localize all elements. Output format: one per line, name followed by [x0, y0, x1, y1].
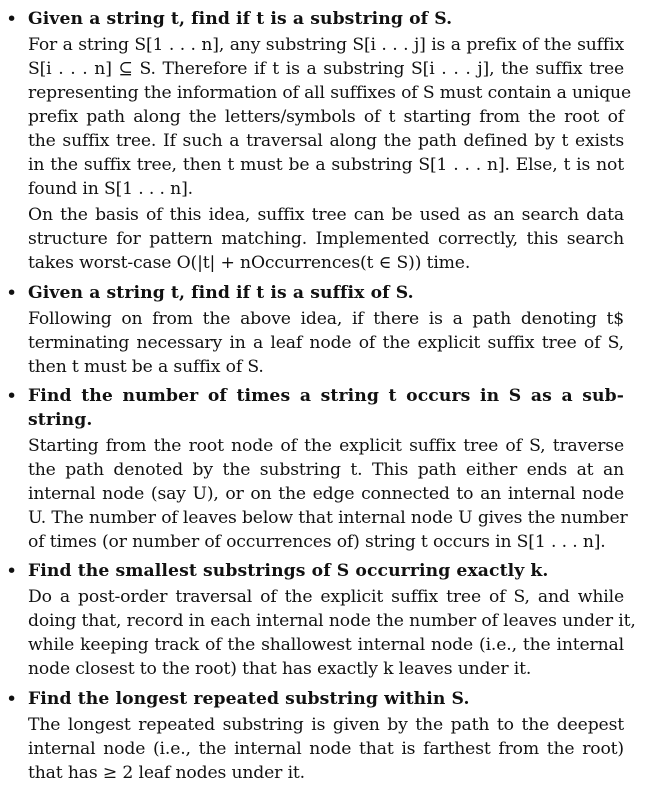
body-line: S[i . . . n] ⊆ S. Therefore if t is a su…	[28, 59, 624, 79]
body-line: structure for pattern matching. Implemen…	[28, 229, 624, 249]
body-line: U. The number of leaves below that inter…	[28, 508, 628, 528]
body-line: internal node (say U), or on the edge co…	[28, 484, 624, 504]
body-line: doing that, record in each internal node…	[28, 611, 636, 631]
body-line: Following on from the above idea, if the…	[28, 309, 624, 329]
body-line: The longest repeated substring is given …	[28, 715, 624, 735]
body-line: On the basis of this idea, suffix tree c…	[28, 205, 624, 225]
item-heading: Find the number of times a string t occu…	[28, 386, 624, 406]
body-line: prefix path along the letters/symbols of…	[28, 107, 624, 127]
document-page: • Given a string t, find if t is a subst…	[0, 0, 646, 801]
item-heading: Given a string t, find if t is a suffix …	[28, 283, 414, 303]
body-line: terminating necessary in a leaf node of …	[28, 333, 624, 353]
body-line: the suffix tree. If such a traversal alo…	[28, 131, 624, 151]
body-line: while keeping track of the shallowest in…	[28, 635, 624, 655]
bullet: •	[6, 688, 18, 710]
body-line: the path denoted by the substring t. Thi…	[28, 460, 624, 480]
body-line: takes worst-case O(|t| + nOccurrences(t …	[28, 253, 471, 273]
item-heading: Given a string t, find if t is a substri…	[28, 9, 453, 29]
bullet: •	[6, 560, 18, 582]
body-line: Do a post-order traversal of the explici…	[28, 587, 624, 607]
body-line: internal node (i.e., the internal node t…	[28, 739, 624, 759]
body-line: in the suffix tree, then t must be a sub…	[28, 155, 624, 175]
bullet: •	[6, 282, 18, 304]
item-heading: string.	[28, 410, 93, 430]
body-line: Starting from the root node of the expli…	[28, 436, 624, 456]
item-heading: Find the longest repeated substring with…	[28, 689, 470, 709]
item-heading: Find the smallest substrings of S occurr…	[28, 561, 549, 581]
body-line: For a string S[1 . . . n], any substring…	[28, 35, 624, 55]
body-line: node closest to the root) that has exact…	[28, 659, 532, 679]
bullet: •	[6, 385, 18, 407]
bullet: •	[6, 8, 18, 30]
body-line: of times (or number of occurrences of) s…	[28, 532, 606, 552]
body-line: then t must be a suffix of S.	[28, 357, 264, 377]
body-line: representing the information of all suff…	[28, 83, 631, 103]
body-line: found in S[1 . . . n].	[28, 179, 193, 199]
body-line: that has ≥ 2 leaf nodes under it.	[28, 763, 305, 783]
